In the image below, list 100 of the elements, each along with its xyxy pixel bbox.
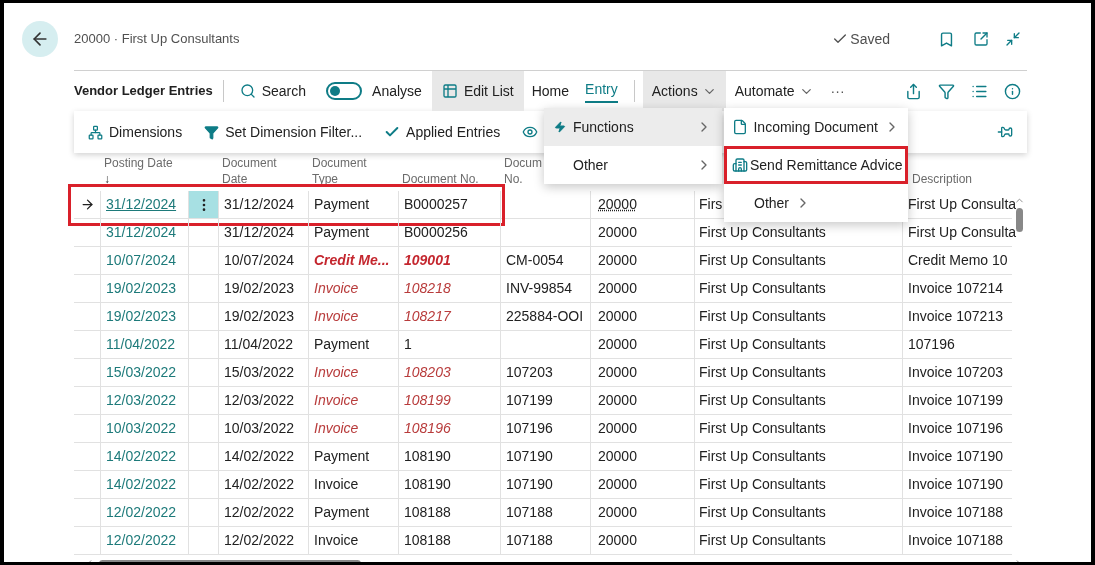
menu-item[interactable]: Functions	[544, 108, 722, 146]
table-cell-text: 107196	[506, 419, 553, 438]
table-cell-text: 107190	[506, 447, 553, 466]
table-cell-text: First Up Consulta	[908, 195, 1017, 214]
menu-item[interactable]: Other	[724, 184, 908, 222]
column-header[interactable]: Document No.	[402, 171, 496, 187]
filter-icon[interactable]	[938, 82, 955, 100]
posting-date-link[interactable]: 15/03/2022	[106, 362, 177, 383]
table-cell-text: 10/07/2024	[224, 251, 295, 270]
table-cell-text: Invoice 107214	[908, 279, 1003, 298]
action-button[interactable]: Dimensions	[88, 121, 183, 143]
analyse-toggle[interactable]	[326, 82, 363, 100]
scroll-thumb[interactable]	[1016, 208, 1023, 232]
table-cell-text: Invoice 107213	[908, 307, 1003, 326]
posting-date-link[interactable]: 31/12/2024	[106, 194, 177, 215]
table-cell-text: 107188	[506, 503, 553, 522]
posting-date-link[interactable]: 10/03/2022	[106, 418, 177, 439]
table-cell-text: 20000	[597, 223, 637, 242]
tab[interactable]: Home	[523, 71, 578, 111]
table-cell-text: Invoice 107188	[908, 503, 1003, 522]
table-cell-text: 19/02/2023	[224, 307, 295, 326]
posting-date-link[interactable]: 12/03/2022	[106, 390, 177, 411]
building-icon	[732, 157, 748, 173]
table-cell-text: 108218	[404, 279, 451, 298]
table-cell-text: 108190	[404, 447, 451, 466]
table-cell-text: 15/03/2022	[224, 363, 295, 382]
menu-item[interactable]: Send Remittance Advice	[724, 146, 908, 184]
bookmark-icon[interactable]	[938, 30, 955, 48]
table-cell-text: Invoice 107199	[908, 391, 1003, 410]
menu-item[interactable]: Incoming Document	[724, 108, 908, 146]
table-cell-text: 108188	[404, 531, 451, 550]
search-button[interactable]: Search	[233, 72, 313, 110]
back-button[interactable]	[22, 21, 58, 57]
table-cell-text: Invoice 107190	[908, 475, 1003, 494]
menu-button[interactable]: Actions	[642, 71, 726, 111]
share-icon[interactable]	[905, 82, 922, 100]
more-button[interactable]: ···	[822, 71, 853, 111]
table-cell-text: 20000	[597, 447, 637, 466]
table-cell-text: Credit Me...	[314, 251, 390, 270]
table-cell-text: First Up Consultants	[699, 475, 826, 494]
table-cell-text: 20000	[597, 503, 637, 522]
table-cell-text: 1	[404, 335, 412, 354]
table-cell-text: Firs	[699, 195, 723, 214]
posting-date-link[interactable]: 12/02/2022	[106, 530, 177, 551]
table-cell-text: First Up Consultants	[699, 419, 826, 438]
table-cell-text: Invoice	[314, 279, 359, 298]
table-cell-text: 225884-OOI	[506, 307, 584, 326]
table-cell-text: 20000	[597, 531, 637, 550]
table-cell-text: First Up Consultants	[699, 279, 826, 298]
table-cell-text: Payment	[314, 223, 370, 242]
table-cell-text: 10/03/2022	[224, 419, 295, 438]
collapse-icon[interactable]	[1005, 31, 1021, 47]
edit-list-button[interactable]: Edit List	[431, 71, 524, 111]
document-icon	[732, 119, 748, 135]
table-icon	[441, 83, 458, 99]
table-cell-text: 31/12/2024	[224, 195, 295, 214]
table-cell-text: Payment	[314, 335, 370, 354]
posting-date-link[interactable]: 14/02/2022	[106, 446, 177, 467]
column-header[interactable]: Document Date	[222, 155, 304, 187]
table-cell-text: Invoice	[314, 307, 359, 326]
table-cell-text: 14/02/2022	[224, 475, 295, 494]
info-icon[interactable]	[1004, 82, 1021, 100]
table-cell-text: 108188	[404, 503, 451, 522]
table-cell-text: First Up Consultants	[699, 503, 826, 522]
table-cell-text: 20000	[597, 419, 637, 438]
table-cell-text: 12/03/2022	[224, 391, 295, 410]
table-cell-text: 20000	[597, 307, 637, 326]
posting-date-link[interactable]: 11/04/2022	[106, 334, 176, 355]
column-header[interactable]: Posting Date ↓	[104, 155, 184, 187]
open-in-new-window-icon[interactable]	[973, 31, 989, 47]
table-cell-text: Invoice	[314, 475, 359, 494]
pin-icon[interactable]	[997, 124, 1013, 140]
table-cell-text: 108203	[404, 363, 451, 382]
table-cell-text: 108199	[404, 391, 451, 410]
menu-button[interactable]: Automate	[725, 71, 823, 111]
posting-date-link[interactable]: 10/07/2024	[106, 250, 177, 271]
table-cell-text: First Up Consultants	[699, 363, 826, 382]
posting-date-link[interactable]: 19/02/2023	[106, 306, 177, 327]
hierarchy-icon	[88, 124, 103, 140]
column-header[interactable]: Description	[912, 171, 1012, 187]
table-cell-text: 107199	[506, 391, 553, 410]
menu-item[interactable]: Other	[544, 146, 722, 184]
table-cell-text: B0000256	[404, 223, 468, 242]
posting-date-link[interactable]: 14/02/2022	[106, 474, 177, 495]
table-cell-text: Invoice	[314, 419, 359, 438]
page-title: 20000 · First Up Consultants	[74, 30, 240, 49]
table-cell-text: 20000	[597, 195, 637, 214]
table-cell-text: 20000	[597, 391, 637, 410]
posting-date-link[interactable]: 19/02/2023	[106, 278, 177, 299]
action-button[interactable]: Set Dimension Filter...	[204, 121, 363, 143]
action-button[interactable]: Applied Entries	[384, 121, 501, 143]
analyse-label: Analyse	[372, 81, 422, 101]
filter-icon	[204, 124, 220, 140]
table-cell-text: First Up Consultants	[699, 447, 826, 466]
posting-date-link[interactable]: 12/02/2022	[106, 502, 177, 523]
page-heading: Vendor Ledger Entries	[74, 82, 213, 101]
table-cell-text: 107203	[506, 363, 553, 382]
table-cell-text: 107188	[506, 531, 553, 550]
posting-date-link[interactable]: 31/12/2024	[106, 222, 177, 243]
eye-icon	[522, 124, 539, 140]
